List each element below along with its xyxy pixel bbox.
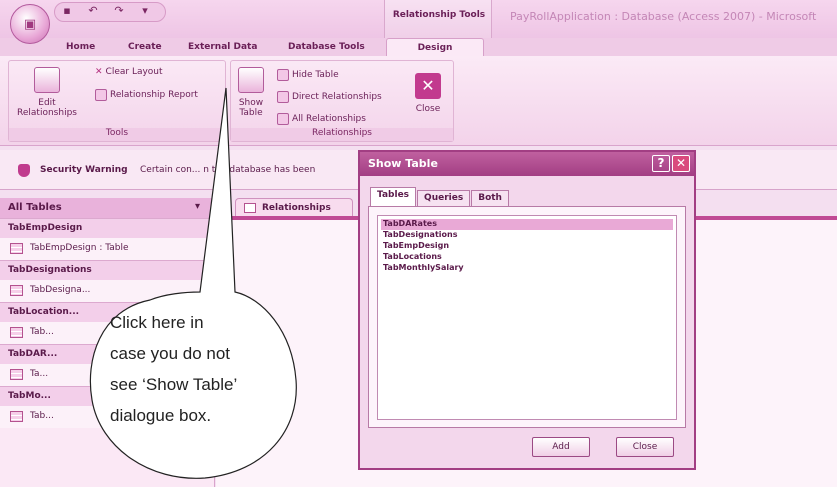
- callout-line: Click here in: [110, 313, 204, 332]
- callout-line: case you do not: [110, 344, 231, 363]
- callout-line: dialogue box.: [110, 406, 212, 425]
- callout-line: see ‘Show Table’: [110, 375, 238, 394]
- callout-text: Click here in case you do not see ‘Show …: [110, 307, 290, 431]
